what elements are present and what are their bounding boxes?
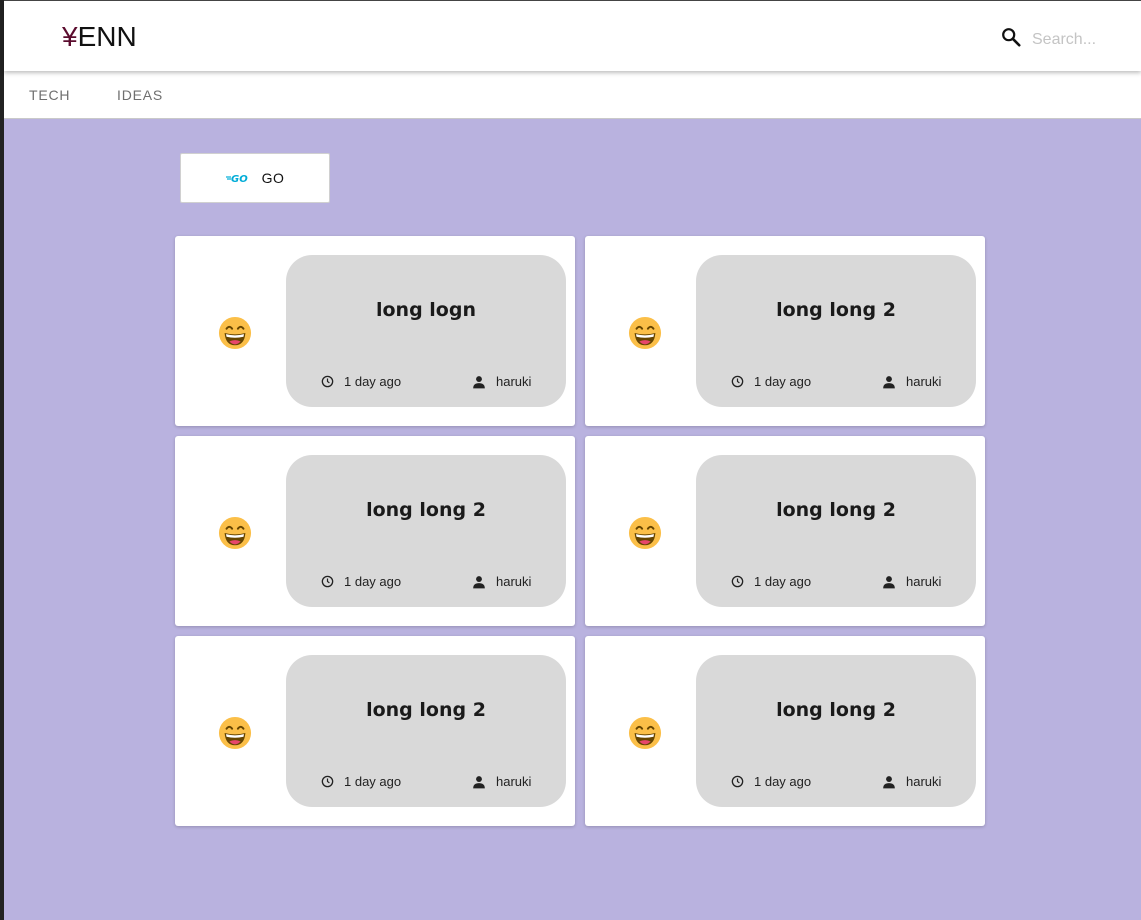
post-author: haruki (882, 574, 941, 589)
post-panel: long long 2 1 day ago haruki (696, 455, 976, 607)
post-card[interactable]: long long 2 1 day ago haruki (585, 236, 985, 426)
post-panel: long long 2 1 day ago haruki (696, 655, 976, 807)
person-icon (473, 375, 485, 388)
grinning-face-icon (218, 716, 252, 750)
post-card[interactable]: long logn 1 day ago haruki (175, 236, 575, 426)
post-author-name[interactable]: haruki (496, 774, 531, 789)
clock-icon (731, 775, 744, 788)
tab-ideas[interactable]: IDEAS (117, 87, 163, 103)
post-author-name[interactable]: haruki (906, 774, 941, 789)
go-logo-icon: GO (225, 174, 248, 184)
post-author: haruki (882, 374, 941, 389)
post-card[interactable]: long long 2 1 day ago haruki (175, 436, 575, 626)
person-icon (883, 375, 895, 388)
post-title[interactable]: long long 2 (286, 499, 566, 521)
clock-icon (731, 575, 744, 588)
post-time: 1 day ago (321, 574, 401, 589)
grinning-face-icon (628, 316, 662, 350)
clock-icon (321, 375, 334, 388)
post-panel: long long 2 1 day ago haruki (286, 655, 566, 807)
window-edge (0, 0, 4, 920)
post-author-name[interactable]: haruki (906, 574, 941, 589)
post-time: 1 day ago (731, 374, 811, 389)
post-title[interactable]: long long 2 (696, 499, 976, 521)
logo-symbol: ¥ (62, 21, 78, 52)
post-card[interactable]: long long 2 1 day ago haruki (175, 636, 575, 826)
post-card[interactable]: long long 2 1 day ago haruki (585, 436, 985, 626)
search-icon[interactable] (1000, 26, 1022, 48)
post-time-text: 1 day ago (344, 574, 402, 589)
post-time-text: 1 day ago (754, 574, 812, 589)
clock-icon (731, 375, 744, 388)
post-time-text: 1 day ago (754, 774, 812, 789)
post-time: 1 day ago (731, 574, 811, 589)
post-title[interactable]: long long 2 (286, 699, 566, 721)
post-panel: long logn 1 day ago haruki (286, 255, 566, 407)
grinning-face-icon (218, 316, 252, 350)
person-icon (473, 575, 485, 588)
post-author: haruki (472, 774, 531, 789)
person-icon (473, 775, 485, 788)
post-card[interactable]: long long 2 1 day ago haruki (585, 636, 985, 826)
post-time-text: 1 day ago (344, 774, 402, 789)
post-panel: long long 2 1 day ago haruki (286, 455, 566, 607)
post-time: 1 day ago (731, 774, 811, 789)
post-author: haruki (472, 374, 531, 389)
post-author-name[interactable]: haruki (496, 374, 531, 389)
post-panel: long long 2 1 day ago haruki (696, 255, 976, 407)
clock-icon (321, 575, 334, 588)
post-time: 1 day ago (321, 774, 401, 789)
search-input[interactable] (1030, 28, 1134, 52)
post-title[interactable]: long long 2 (696, 699, 976, 721)
app-bar: ¥ENN (4, 0, 1141, 71)
person-icon (883, 575, 895, 588)
category-tabs: TECH IDEAS (4, 71, 1141, 119)
clock-icon (321, 775, 334, 788)
post-title[interactable]: long long 2 (696, 299, 976, 321)
tab-tech[interactable]: TECH (29, 87, 70, 103)
post-time-text: 1 day ago (754, 374, 812, 389)
go-category-label: GO (261, 170, 285, 186)
post-time: 1 day ago (321, 374, 401, 389)
site-logo[interactable]: ¥ENN (62, 21, 137, 53)
go-category-button[interactable]: GO GO (180, 153, 330, 203)
grinning-face-icon (218, 516, 252, 550)
post-author-name[interactable]: haruki (906, 374, 941, 389)
grinning-face-icon (628, 516, 662, 550)
post-author: haruki (472, 574, 531, 589)
person-icon (883, 775, 895, 788)
post-time-text: 1 day ago (344, 374, 402, 389)
grinning-face-icon (628, 716, 662, 750)
post-author-name[interactable]: haruki (496, 574, 531, 589)
svg-text:GO: GO (231, 174, 248, 184)
logo-text: ENN (77, 21, 137, 52)
post-author: haruki (882, 774, 941, 789)
post-title[interactable]: long logn (286, 299, 566, 321)
